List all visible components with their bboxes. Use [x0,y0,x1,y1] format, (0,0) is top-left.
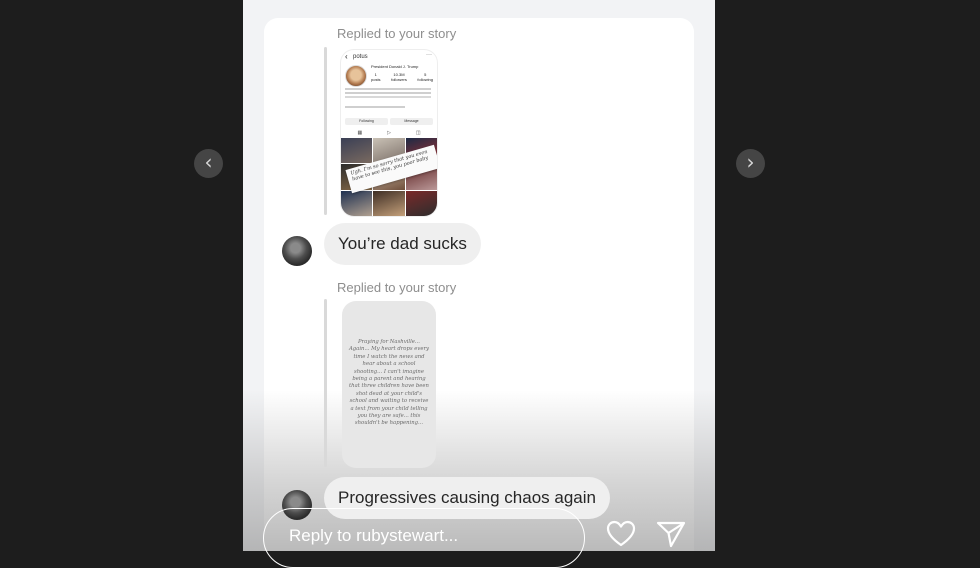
profile-avatar [345,65,367,87]
reply-bar [324,47,327,215]
message-button: Message [390,118,433,125]
reply-bar [324,299,327,467]
replied-to-story-label: Replied to your story [337,26,457,41]
reels-icon: ▷ [387,130,391,136]
story-thumbnail-profile[interactable]: ‹ potus ··· President Donald J. Trump 1p… [340,49,438,217]
story-text: Praying for Nashville... Again... My hea… [348,339,430,427]
message-bubble: You’re dad sucks [324,223,481,265]
stat-posts: 1 posts [371,72,381,82]
profile-name: President Donald J. Trump [371,64,419,69]
followed-by-line [345,106,405,108]
stat-following: 5 following [417,72,433,82]
reply-placeholder: Reply to rubystewart... [289,526,459,545]
profile-stats: 1 posts 10.3M followers 5 following [371,72,433,82]
following-button: Following [345,118,388,125]
send-icon[interactable] [655,518,687,550]
chevron-left-icon[interactable]: ‹ [194,149,223,178]
profile-bio [345,88,431,90]
more-icon: ··· [426,52,432,58]
stat-followers: 10.3M followers [391,72,407,82]
heart-icon[interactable] [605,518,637,550]
tagged-icon: ◫ [415,130,421,136]
profile-tabs: ▦ ▷ ◫ [345,130,433,136]
story-thumbnail-text[interactable]: Praying for Nashville... Again... My hea… [342,301,436,468]
chevron-right-icon[interactable]: › [736,149,765,178]
profile-handle: potus [353,54,368,60]
profile-buttons: Following Message [345,118,433,125]
avatar[interactable] [282,236,312,266]
back-arrow-icon: ‹ [345,52,348,61]
grid-icon: ▦ [357,130,363,136]
replied-to-story-label: Replied to your story [337,280,457,295]
story-viewer [243,0,715,551]
